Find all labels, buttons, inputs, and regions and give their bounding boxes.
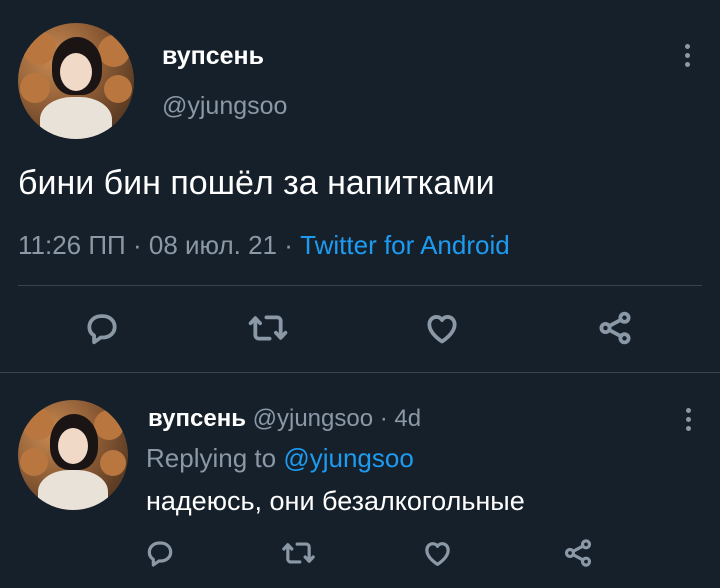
reply-header: вупсень @yjungsoo · 4d xyxy=(148,405,421,433)
divider xyxy=(0,372,720,373)
divider xyxy=(18,285,702,286)
tweet-date: 08 июл. 21 xyxy=(148,230,278,260)
reply-like-button[interactable] xyxy=(420,536,454,570)
retweet-icon xyxy=(248,315,288,341)
meta-separator: · xyxy=(379,405,388,432)
reply-age: 4d xyxy=(394,405,422,432)
user-handle[interactable]: @yjungsoo xyxy=(162,92,287,121)
reply-avatar[interactable] xyxy=(18,400,128,510)
retweet-button[interactable] xyxy=(246,308,290,348)
reply-icon xyxy=(147,541,173,567)
share-icon xyxy=(564,539,592,567)
reply-text: надеюсь, они безалкогольные xyxy=(146,486,525,516)
tweet-time: 11:26 ПП xyxy=(18,230,126,260)
share-icon xyxy=(599,311,631,345)
like-button[interactable] xyxy=(420,308,464,348)
reply-display-name[interactable]: вупсень xyxy=(148,405,246,432)
reply-icon xyxy=(87,314,117,345)
reply-more-options-icon[interactable] xyxy=(686,408,692,435)
share-button[interactable] xyxy=(595,308,635,348)
reply-retweet-button[interactable] xyxy=(280,536,316,570)
tweet-source-link[interactable]: Twitter for Android xyxy=(300,230,510,260)
like-icon xyxy=(424,542,450,566)
reply-handle[interactable]: @yjungsoo xyxy=(253,405,373,432)
like-icon xyxy=(427,315,457,344)
meta-separator: · xyxy=(132,230,142,260)
reply-button[interactable] xyxy=(82,308,122,348)
retweet-icon xyxy=(281,542,315,564)
replying-mention-link[interactable]: @yjungsoo xyxy=(283,443,413,473)
meta-separator: · xyxy=(284,230,293,260)
replying-label: Replying to xyxy=(146,443,277,473)
avatar[interactable] xyxy=(18,23,134,139)
display-name[interactable]: вупсень xyxy=(162,42,264,71)
more-options-icon[interactable] xyxy=(685,44,691,71)
tweet-meta: 11:26 ПП · 08 июл. 21 · Twitter for Andr… xyxy=(18,230,510,261)
tweet-text: бини бин пошёл за напитками xyxy=(18,164,495,202)
reply-reply-button[interactable] xyxy=(143,536,177,570)
reply-share-button[interactable] xyxy=(561,536,595,570)
replying-to: Replying to @yjungsoo xyxy=(146,443,414,474)
